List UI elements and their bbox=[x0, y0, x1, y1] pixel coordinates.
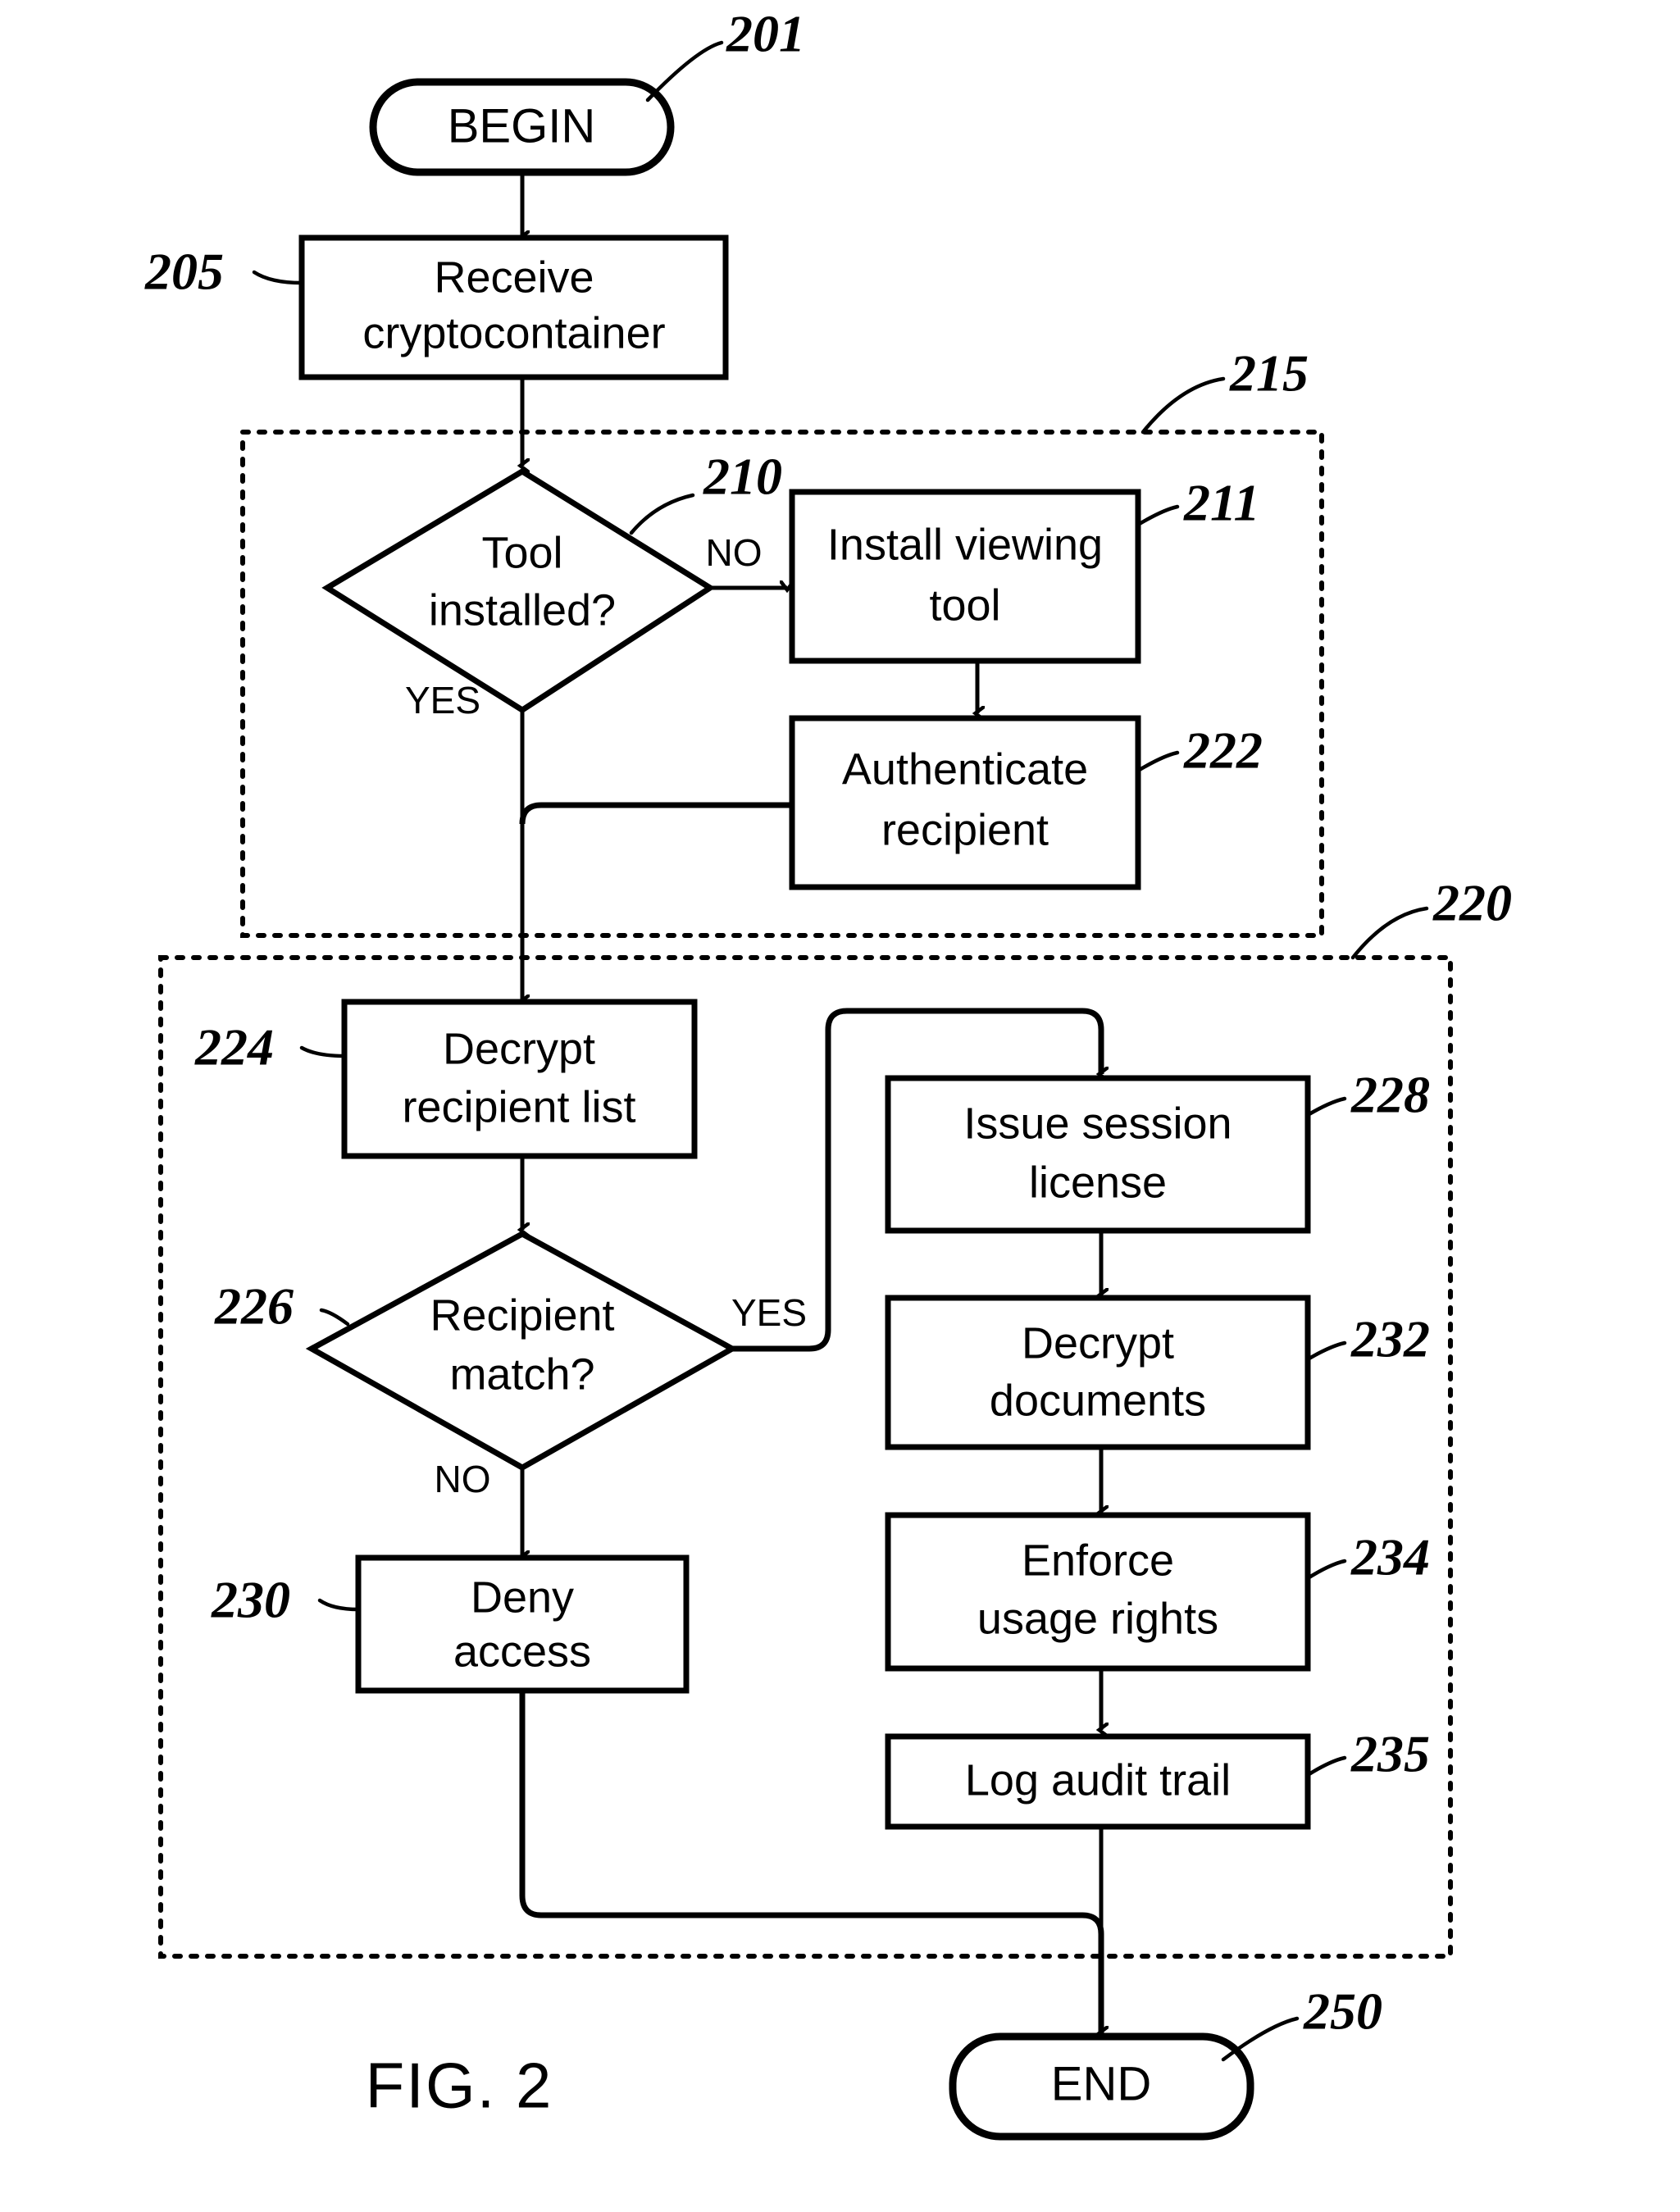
patent-figure-root: BEGIN 201 Receive cryptocontainer 205 To… bbox=[0, 0, 1680, 2212]
leader-222 bbox=[1136, 750, 1180, 773]
node-issue-label-line1: Issue session bbox=[963, 1099, 1232, 1148]
ref-num-230: 230 bbox=[211, 1571, 290, 1629]
leader-226 bbox=[319, 1308, 350, 1327]
node-install-label-line1: Install viewing bbox=[827, 520, 1103, 569]
branch-label-match-yes: YES bbox=[731, 1291, 807, 1334]
node-match-label-line1: Recipient bbox=[430, 1290, 614, 1340]
node-match-label-line2: match? bbox=[449, 1350, 594, 1399]
flow-authenticate-to-main bbox=[519, 802, 796, 825]
node-log-label: Log audit trail bbox=[965, 1755, 1231, 1805]
node-authenticate-label-line1: Authenticate bbox=[842, 744, 1088, 794]
figure-caption: FIG. 2 bbox=[366, 2050, 553, 2122]
ref-num-228: 228 bbox=[1350, 1066, 1430, 1124]
flowchart-svg: BEGIN 201 Receive cryptocontainer 205 To… bbox=[144, 5, 1512, 2141]
ref-num-226: 226 bbox=[214, 1277, 294, 1336]
leader-211 bbox=[1136, 504, 1180, 527]
leader-230 bbox=[317, 1598, 361, 1612]
leader-215 bbox=[1140, 376, 1226, 435]
ref-num-222: 222 bbox=[1183, 721, 1263, 780]
node-install-viewing-tool bbox=[789, 489, 1141, 664]
node-receive-label-line2: cryptocontainer bbox=[362, 308, 665, 357]
node-enforce-label-line1: Enforce bbox=[1022, 1536, 1174, 1585]
ref-num-250: 250 bbox=[1303, 1982, 1382, 2041]
branch-label-tool-yes: YES bbox=[405, 679, 480, 721]
node-end-label: END bbox=[1051, 2057, 1151, 2110]
ref-num-211: 211 bbox=[1183, 474, 1259, 532]
ref-num-201: 201 bbox=[726, 5, 805, 63]
ref-num-224: 224 bbox=[194, 1018, 274, 1076]
leader-224 bbox=[299, 1045, 347, 1058]
node-deny-label-line1: Deny bbox=[471, 1573, 574, 1622]
node-install-label-line2: tool bbox=[929, 580, 1000, 630]
leader-228 bbox=[1305, 1096, 1347, 1117]
branch-label-tool-no: NO bbox=[706, 531, 763, 574]
ref-num-220: 220 bbox=[1432, 874, 1512, 932]
leader-210 bbox=[629, 493, 695, 535]
leader-235 bbox=[1305, 1755, 1347, 1777]
node-begin-label: BEGIN bbox=[448, 99, 596, 152]
leader-250 bbox=[1221, 2016, 1300, 2062]
branch-label-match-no: NO bbox=[435, 1458, 491, 1500]
node-decrypt-list-label-line2: recipient list bbox=[402, 1082, 635, 1131]
ref-num-235: 235 bbox=[1350, 1725, 1430, 1783]
node-receive-label-line1: Receive bbox=[434, 253, 594, 302]
ref-num-205: 205 bbox=[144, 243, 224, 301]
node-decrypt-list-label-line1: Decrypt bbox=[443, 1024, 595, 1073]
leader-205 bbox=[252, 270, 304, 285]
ref-num-210: 210 bbox=[703, 448, 782, 506]
leader-234 bbox=[1305, 1559, 1347, 1581]
node-enforce-label-line2: usage rights bbox=[977, 1594, 1218, 1643]
leader-232 bbox=[1305, 1340, 1347, 1362]
node-deny-label-line2: access bbox=[453, 1627, 591, 1676]
ref-num-232: 232 bbox=[1350, 1310, 1430, 1368]
leader-201 bbox=[645, 40, 724, 102]
node-decrypt-docs-label-line2: documents bbox=[990, 1376, 1206, 1425]
node-authenticate-label-line2: recipient bbox=[881, 805, 1049, 854]
node-tool-label-line2: installed? bbox=[429, 585, 616, 635]
node-authenticate-recipient bbox=[789, 715, 1141, 890]
node-tool-label-line1: Tool bbox=[481, 528, 562, 577]
node-decrypt-docs-label-line1: Decrypt bbox=[1022, 1318, 1174, 1368]
ref-num-234: 234 bbox=[1350, 1528, 1430, 1586]
ref-num-215: 215 bbox=[1229, 344, 1309, 403]
node-issue-label-line2: license bbox=[1029, 1158, 1167, 1207]
leader-220 bbox=[1350, 906, 1429, 960]
